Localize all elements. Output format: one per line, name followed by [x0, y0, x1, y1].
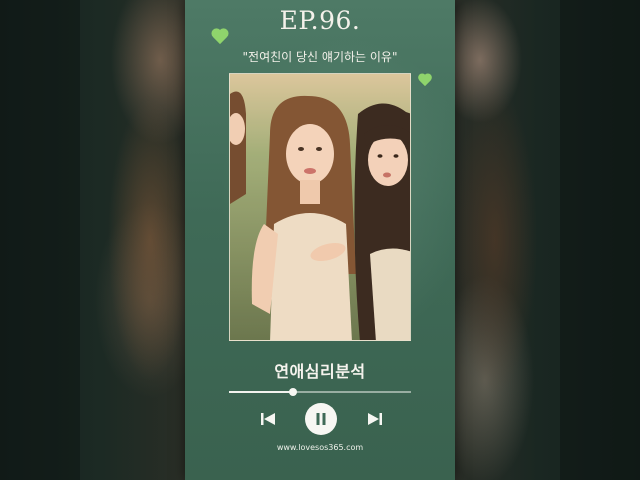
skip-next-icon: [368, 413, 382, 425]
heart-icon: [211, 29, 229, 47]
pause-icon: [316, 413, 326, 425]
progress-fill: [229, 391, 293, 393]
blurred-background-left: [0, 0, 185, 480]
episode-photo: [229, 73, 411, 341]
progress-bar[interactable]: [229, 388, 411, 396]
website-url: www.lovesos365.com: [276, 443, 364, 452]
heart-icon: [418, 74, 432, 88]
episode-subtitle: "전여친이 당신 얘기하는 이유": [242, 50, 398, 64]
progress-knob[interactable]: [288, 388, 297, 396]
skip-previous-button[interactable]: [260, 404, 276, 434]
category-title: 연애심리분석: [274, 362, 366, 381]
skip-next-button[interactable]: [367, 404, 383, 434]
episode-card: EP.96. "전여친이 당신 얘기하는 이유" 연애심리분석 www.love…: [185, 0, 455, 480]
blurred-background-right: [455, 0, 640, 480]
play-pause-button[interactable]: [305, 403, 337, 435]
skip-previous-icon: [261, 413, 275, 425]
